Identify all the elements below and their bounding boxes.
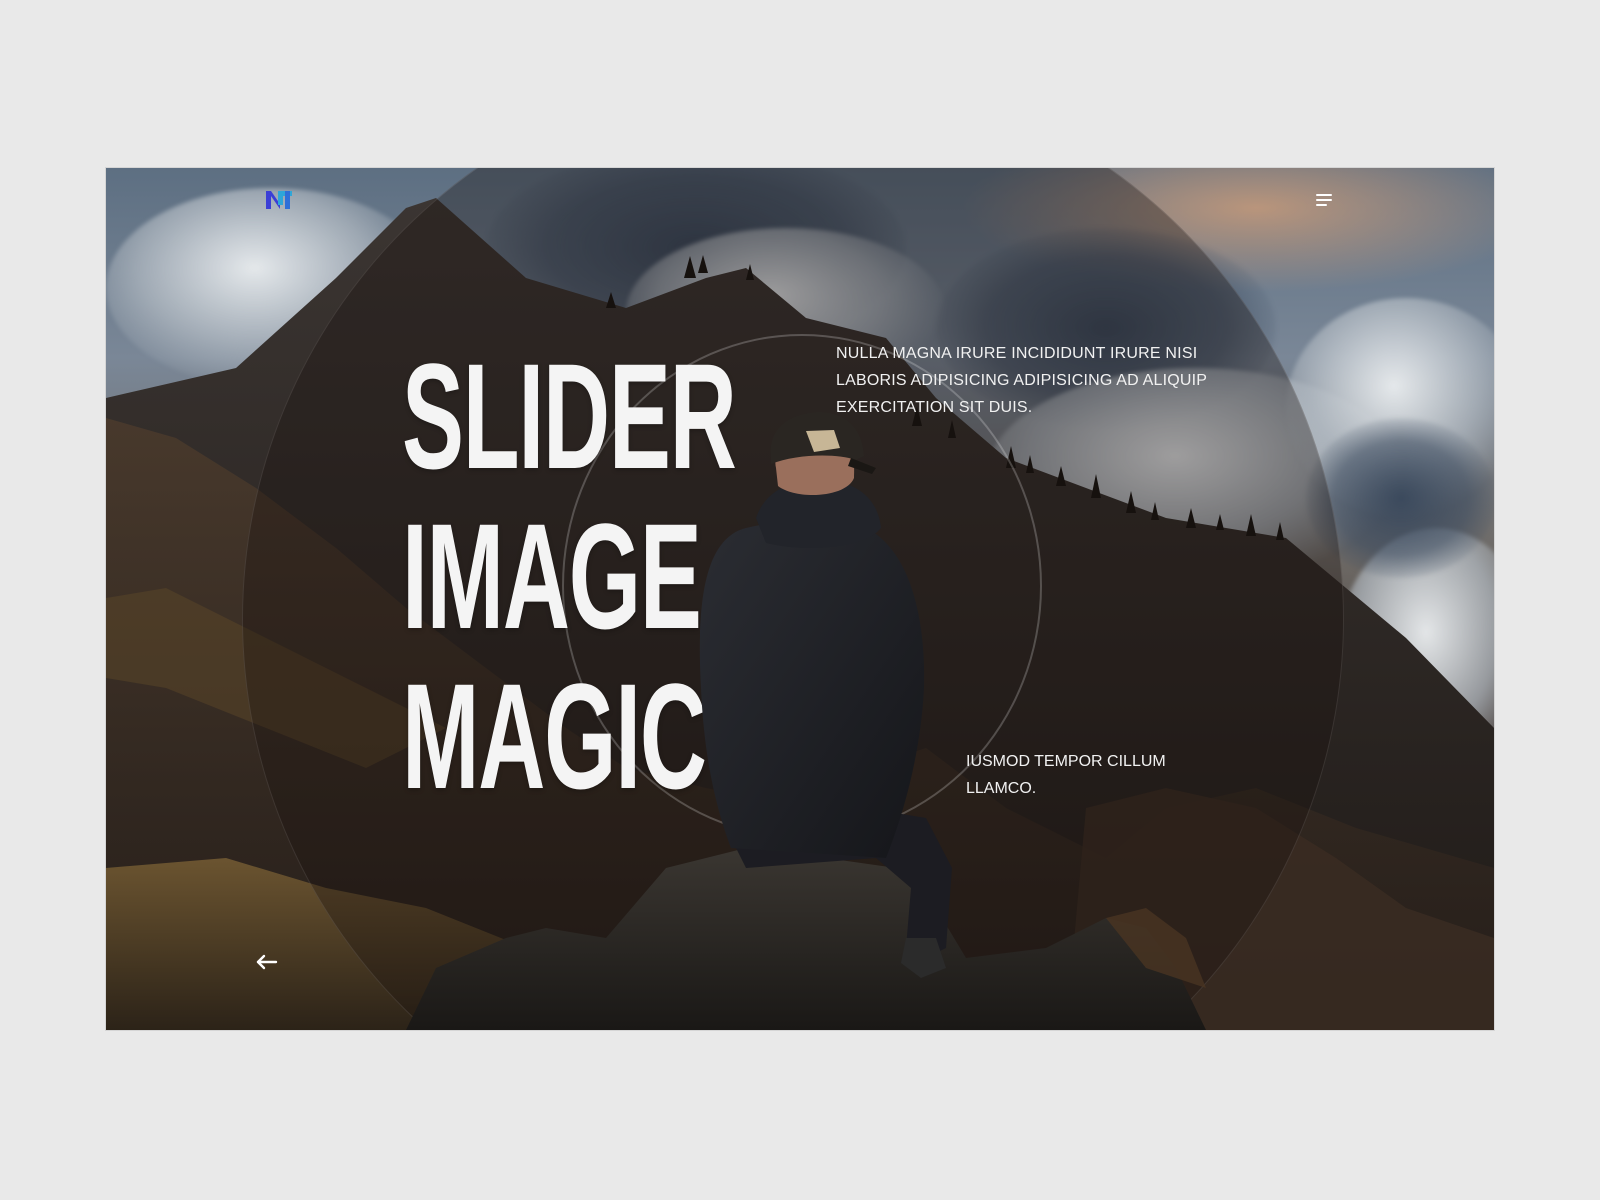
arrow-left-icon[interactable] [256,954,278,970]
slider-frame: SLIDER IMAGE MAGIC NULLA MAGNA IRURE INC… [106,168,1494,1030]
hiker-on-rock-image [406,412,1206,1030]
hamburger-menu-icon[interactable] [1316,192,1336,208]
logo-icon[interactable] [264,188,294,212]
